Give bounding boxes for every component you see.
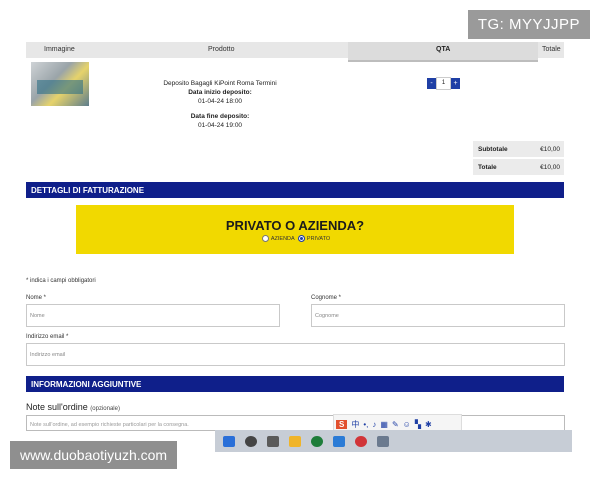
grid-icon[interactable]: ▚ (415, 420, 421, 429)
start-icon[interactable] (223, 436, 235, 447)
order-notes-placeholder: Note sull'ordine, ad esempio richieste p… (30, 422, 189, 428)
watermark-top: TG: MYYJJPP (467, 10, 590, 39)
first-name-field[interactable]: Nome (26, 304, 280, 327)
header-total: Totale (542, 46, 561, 53)
file-explorer-icon[interactable] (289, 436, 301, 447)
qty-decrease-button[interactable]: - (427, 77, 436, 89)
required-note: * indica i campi obbligatori (26, 278, 96, 284)
total-label: Totale (478, 164, 497, 171)
last-name-placeholder: Cognome (315, 313, 339, 319)
order-notes-optional: (opzionale) (90, 406, 120, 412)
watermark-bottom: www.duobaotiyuzh.com (10, 441, 178, 469)
qty-input[interactable]: 1 (436, 76, 451, 90)
keyboard-icon[interactable]: ▦ (380, 420, 388, 429)
customer-type-box: PRIVATO O AZIENDA? AZIENDA PRIVATO (76, 205, 514, 254)
last-name-label: Cognome * (311, 295, 342, 301)
first-name-placeholder: Nome (30, 313, 45, 319)
settings-icon[interactable]: ✱ (425, 420, 432, 429)
order-notes-textarea[interactable]: Note sull'ordine, ad esempio richieste p… (26, 415, 565, 431)
total-row: Totale €10,00 (473, 159, 564, 175)
search-icon[interactable] (245, 436, 257, 447)
task-view-icon[interactable] (267, 436, 279, 447)
app-gray-icon[interactable] (377, 436, 389, 447)
product-name: Deposito Bagagli KiPoint Roma Termini (163, 80, 277, 87)
email-label: Indirizzo email * (26, 334, 69, 340)
user-icon[interactable]: ☺ (403, 420, 411, 429)
additional-info-header: INFORMAZIONI AGGIUNTIVE (26, 376, 564, 392)
quantity-stepper: - 1 + (427, 76, 460, 90)
email-field[interactable]: Indirizzo email (26, 343, 565, 366)
start-date-label: Data inizio deposito: (188, 89, 252, 96)
microphone-icon[interactable]: ♪ (372, 420, 376, 429)
start-date-value: 01-04-24 18:00 (197, 98, 243, 105)
ime-logo-icon[interactable]: S (336, 419, 348, 429)
end-date-label: Data fine deposito: (190, 113, 250, 120)
order-notes-label: Note sull'ordine (opzionale) (26, 402, 120, 412)
header-image: Immagine (44, 46, 75, 53)
end-date-value: 01-04-24 19:00 (197, 122, 243, 129)
additional-info-title: INFORMAZIONI AGGIUNTIVE (31, 380, 142, 389)
email-placeholder: Indirizzo email (30, 352, 66, 358)
product-thumbnail (31, 62, 89, 106)
app-red-icon[interactable] (355, 436, 367, 447)
skin-icon[interactable]: ✎ (392, 420, 399, 429)
option-private-label[interactable]: PRIVATO (307, 236, 330, 242)
qty-increase-button[interactable]: + (451, 77, 460, 89)
billing-title: DETTAGLI DI FATTURAZIONE (31, 186, 145, 195)
subtotal-value: €10,00 (540, 146, 560, 153)
total-value: €10,00 (540, 164, 560, 171)
billing-section-header: DETTAGLI DI FATTURAZIONE (26, 182, 564, 198)
ime-mode[interactable]: 中 (351, 419, 359, 430)
order-notes-label-text: Note sull'ordine (26, 402, 88, 412)
header-qty-cell: QTA (348, 42, 538, 62)
customer-type-question: PRIVATO O AZIENDA? (225, 218, 365, 233)
subtotal-label: Subtotale (478, 146, 508, 153)
customer-type-options: AZIENDA PRIVATO (76, 235, 514, 242)
taskbar (215, 430, 572, 452)
radio-private[interactable] (297, 235, 305, 242)
header-qty: QTA (436, 46, 451, 53)
first-name-label: Nome * (26, 295, 47, 301)
last-name-field[interactable]: Cognome (311, 304, 565, 327)
mail-icon[interactable] (333, 436, 345, 447)
option-company-label[interactable]: AZIENDA (271, 236, 295, 242)
punctuation-icon[interactable]: •, (363, 420, 368, 429)
header-product: Prodotto (208, 46, 235, 53)
subtotal-row: Subtotale €10,00 (473, 141, 564, 157)
radio-company[interactable] (261, 235, 269, 242)
browser-icon[interactable] (311, 436, 323, 447)
